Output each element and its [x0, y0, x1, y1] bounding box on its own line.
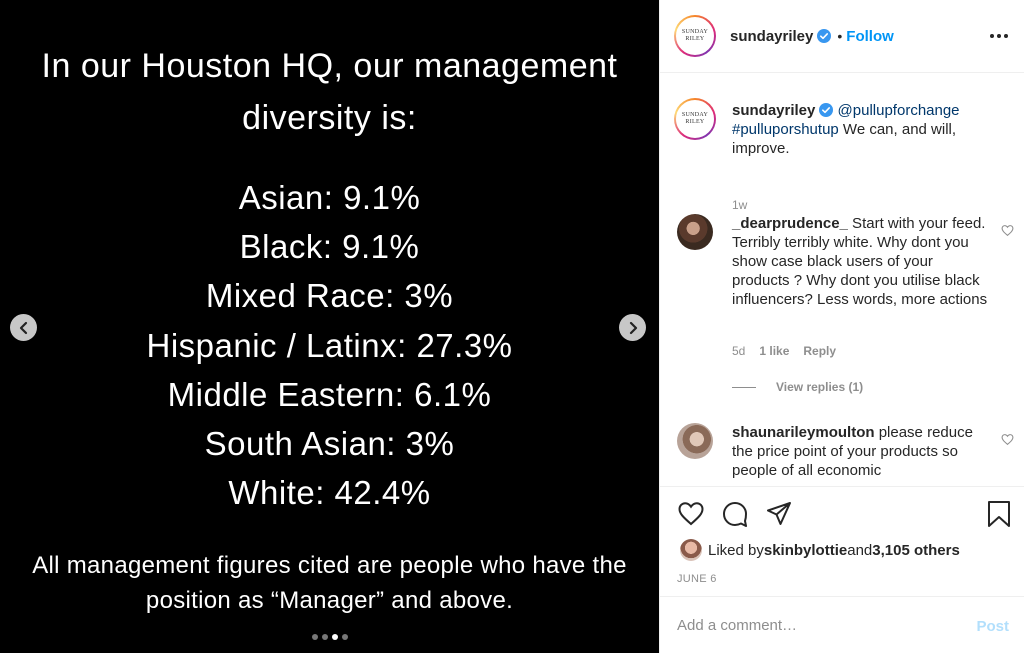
verified-badge-icon — [819, 103, 834, 117]
comment-username[interactable]: shaunarileymoulton — [732, 424, 875, 441]
stat-line: Middle Eastern: 6.1% — [167, 375, 492, 413]
likes-middle: and — [847, 541, 873, 559]
stat-line: Mixed Race: 3% — [205, 277, 454, 315]
slide-dot — [311, 634, 318, 640]
chevron-right-icon — [629, 321, 637, 334]
comment-timestamp[interactable]: 5d — [732, 344, 745, 358]
likes-summary: Liked by skinbylottie and 3,105 others — [680, 539, 960, 561]
post-comment-button[interactable]: Post — [976, 618, 1009, 635]
likes-count[interactable]: 3,105 others — [872, 542, 960, 559]
comment-likes[interactable]: 1 like — [759, 344, 789, 358]
add-comment-bar: Post — [660, 596, 1024, 653]
stat-line: Black: 9.1% — [239, 228, 420, 266]
separator-dot: • — [837, 28, 843, 44]
previous-slide-button[interactable] — [10, 314, 37, 341]
slide-dot-active — [331, 634, 338, 640]
liker-avatar[interactable] — [680, 539, 702, 561]
stat-line: Hispanic / Latinx: 27.3% — [146, 326, 513, 364]
slide-dot — [341, 634, 348, 640]
header-username[interactable]: sundayriley — [730, 28, 813, 45]
next-slide-button[interactable] — [619, 314, 646, 341]
verified-badge-icon — [817, 29, 832, 43]
like-heart-icon[interactable] — [677, 500, 705, 528]
more-options-icon[interactable] — [990, 34, 1008, 38]
mention-link[interactable]: @pullupforchange — [838, 102, 960, 119]
post-date[interactable]: JUNE 6 — [677, 573, 717, 585]
liker-username[interactable]: skinbylottie — [764, 542, 847, 559]
comment-avatar[interactable] — [677, 423, 713, 459]
comment-bubble-icon[interactable] — [721, 500, 749, 528]
comments-list: SUNDAY RILEY sundayriley @pullupforchang… — [660, 74, 1024, 486]
comment-input[interactable] — [677, 616, 967, 634]
view-replies-label: View replies (1) — [776, 380, 864, 394]
post-sidebar: SUNDAY RILEY sundayriley • Follow SUNDAY… — [659, 0, 1024, 653]
likes-prefix: Liked by — [708, 541, 764, 559]
hashtag-link[interactable]: #pulluporshutup — [732, 121, 839, 138]
stat-line: South Asian: 3% — [204, 425, 455, 463]
slide-title: In our Houston HQ, our management divers… — [41, 47, 618, 137]
post-actions: Liked by skinbylottie and 3,105 others J… — [660, 486, 1024, 596]
caption-username[interactable]: sundayriley — [732, 102, 815, 119]
share-send-icon[interactable] — [765, 500, 793, 528]
slide-dot — [321, 634, 328, 640]
post-header: SUNDAY RILEY sundayriley • Follow — [660, 0, 1024, 73]
avatar[interactable]: SUNDAY RILEY — [674, 98, 716, 140]
comment-username[interactable]: _dearprudence_ — [732, 215, 848, 232]
bookmark-icon[interactable] — [985, 500, 1013, 528]
view-replies-button[interactable]: View replies (1) — [732, 380, 863, 394]
stat-line: White: 42.4% — [228, 474, 431, 512]
heart-icon[interactable] — [1001, 224, 1014, 237]
caption-timestamp[interactable]: 1w — [732, 198, 747, 212]
comment-avatar[interactable] — [677, 214, 713, 250]
avatar-logo-text: SUNDAY RILEY — [681, 112, 709, 125]
heart-icon[interactable] — [1001, 433, 1014, 446]
comment-meta: 5d 1 like Reply — [732, 344, 836, 358]
slide-footnote: All management figures cited are people … — [32, 552, 627, 614]
reply-button[interactable]: Reply — [803, 344, 836, 358]
stat-line: Asian: 9.1% — [238, 179, 421, 216]
avatar[interactable]: SUNDAY RILEY — [674, 15, 716, 57]
avatar-logo-text: SUNDAY RILEY — [681, 29, 709, 42]
slide-indicator — [0, 634, 659, 640]
stats-list: Asian: 9.1% Black: 9.1% Mixed Race: 3% H… — [0, 173, 659, 517]
post-media[interactable]: In our Houston HQ, our management divers… — [0, 0, 659, 653]
chevron-left-icon — [19, 321, 27, 334]
divider — [732, 386, 756, 388]
follow-button[interactable]: Follow — [846, 28, 894, 45]
